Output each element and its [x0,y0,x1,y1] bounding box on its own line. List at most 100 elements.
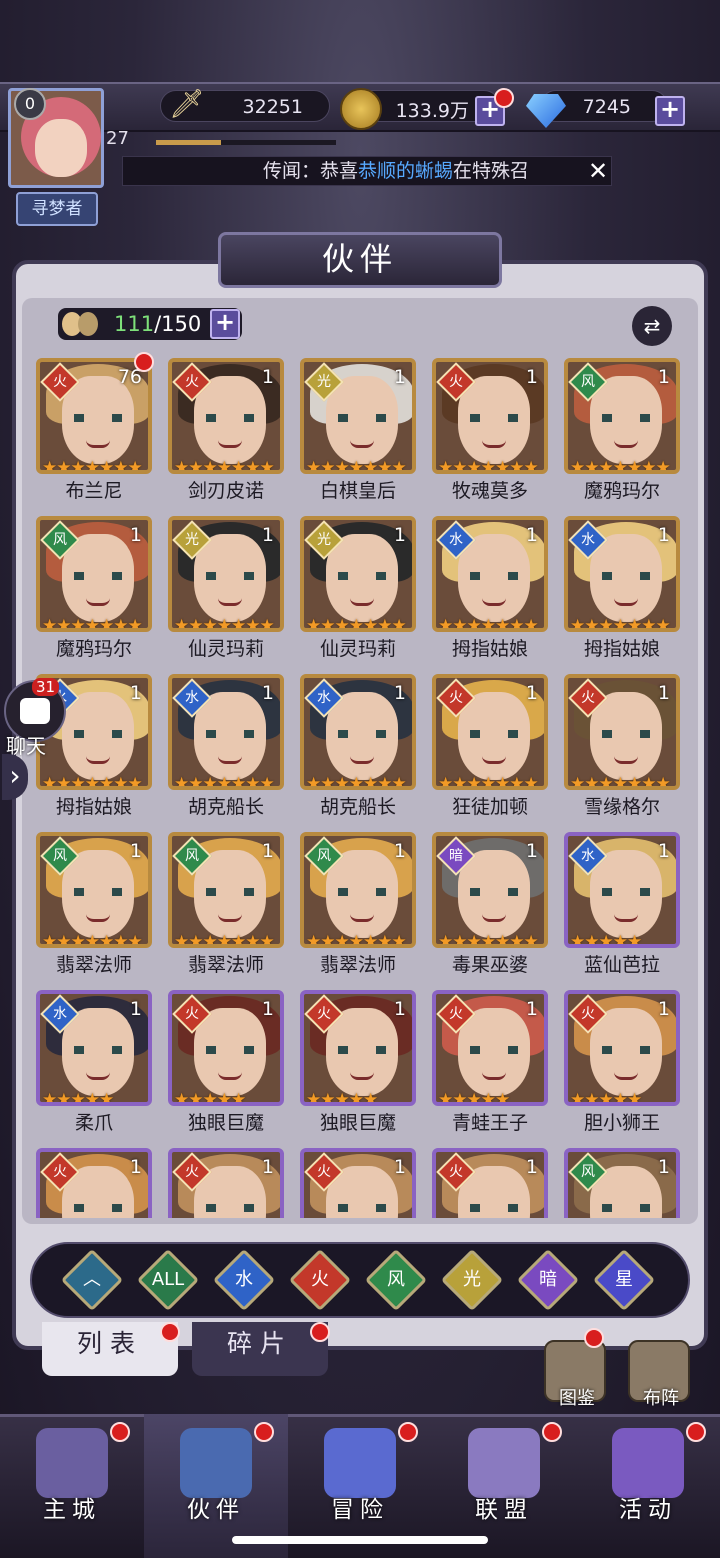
partner-card[interactable]: 火 1 ★★★★★★★ 剑刃皮诺 [168,358,284,506]
partner-name: 剑刃皮诺 [187,480,264,502]
star-rating: ★★★★★★★ [570,458,671,474]
partner-level: 1 [525,998,538,1020]
partner-card[interactable]: 光 1 ★★★★★★★ 白棋皇后 [300,358,416,506]
partner-portrait: 火 1 ★★★★★ [300,990,416,1106]
partner-card[interactable]: 暗 1 ★★★★★★★ 毒果巫婆 [432,832,548,980]
partner-card[interactable]: 风 1 ★★★★★★★ 翡翠法师 [168,832,284,980]
partner-portrait: 火1 [36,1148,152,1218]
partner-card[interactable]: 风1 [564,1148,680,1218]
star-rating: ★★★★★★★ [42,458,143,474]
tab-fragments-dot [310,1322,330,1342]
partner-name: 胆小狮王 [583,1112,660,1134]
portrait-eyes [206,888,254,896]
partner-card[interactable]: 火1 [36,1148,152,1218]
codex-dot [584,1328,604,1348]
partner-card[interactable]: 火 1 ★★★★★ 独眼巨魔 [300,990,416,1138]
add-gems-button[interactable]: + [655,96,685,126]
partner-name: 青蛙王子 [451,1112,528,1134]
compass-icon [324,1428,396,1498]
partner-card[interactable]: 风 1 ★★★★★★★ 翡翠法师 [36,832,152,980]
partner-level: 1 [129,524,142,546]
partner-card[interactable]: 火1 [300,1148,416,1218]
partner-count-current: 111 [114,312,155,336]
star-rating: ★★★★★ [570,1090,642,1106]
partner-level: 1 [393,998,406,1020]
partner-card[interactable]: 光 1 ★★★★★★★ 仙灵玛莉 [300,516,416,664]
partner-card[interactable]: 火 76 ★★★★★★★ 布兰尼 [36,358,152,506]
partner-portrait: 火1 [168,1148,284,1218]
sort-toggle-button[interactable]: ⇄ [632,306,672,346]
partner-level: 1 [657,524,670,546]
home-indicator [232,1536,488,1544]
partner-card[interactable]: 水 1 ★★★★★ 蓝仙芭拉 [564,832,680,980]
close-news-icon[interactable]: ✕ [586,158,610,184]
element-glyph: 火 [581,690,595,706]
portrait-eyes [74,888,122,896]
partner-card[interactable]: 火 1 ★★★★★★★ 牧魂莫多 [432,358,548,506]
partner-card[interactable]: 火1 [432,1148,548,1218]
element-glyph: 水 [185,690,199,706]
portrait-eyes [74,1046,122,1054]
partner-card[interactable]: 光 1 ★★★★★★★ 仙灵玛莉 [168,516,284,664]
partner-level: 1 [261,682,274,704]
portrait-eyes [470,572,518,580]
codex-label: 图鉴 [559,1388,595,1409]
partner-name: 白棋皇后 [319,480,396,502]
partner-name: 拇指姑娘 [451,638,528,660]
partner-portrait: 火 1 ★★★★★★★ [432,358,548,474]
partner-card[interactable]: 火 1 ★★★★★ 胆小狮王 [564,990,680,1138]
partner-portrait: 风 1 ★★★★★★★ [300,832,416,948]
partner-count-total: /150 [154,312,202,336]
filter-label: 火 [311,1269,329,1290]
partner-card[interactable]: 火 1 ★★★★★ 独眼巨魔 [168,990,284,1138]
partner-level: 1 [261,1156,274,1178]
tab-list-dot [160,1322,180,1342]
partner-card[interactable]: 火1 [168,1148,284,1218]
star-rating: ★★★★★★★ [306,616,407,632]
partner-name: 仙灵玛莉 [187,638,264,660]
tab-list[interactable]: 列表 [42,1322,178,1376]
nav-cards[interactable]: 活动 [576,1414,720,1558]
codex-button[interactable]: 图鉴 [544,1340,606,1409]
portrait-eyes [602,1204,650,1212]
formation-button[interactable]: 布阵 [628,1340,690,1409]
partner-card[interactable]: 水 1 ★★★★★★★ 胡克船长 [168,674,284,822]
partner-card[interactable]: 火 1 ★★★★★★★ 雪缘格尔 [564,674,680,822]
star-rating: ★★★★★ [306,1090,378,1106]
partner-card[interactable]: 火 1 ★★★★★ 青蛙王子 [432,990,548,1138]
element-glyph: 光 [317,374,331,390]
cards-icon [612,1428,684,1498]
portrait-eyes [206,730,254,738]
element-glyph: 风 [53,532,67,548]
portrait-eyes [74,414,122,422]
portrait-eyes [602,730,650,738]
portrait-eyes [602,414,650,422]
partner-card[interactable]: 水 1 ★★★★★★★ 拇指姑娘 [432,516,548,664]
partner-card[interactable]: 火 1 ★★★★★★★ 狂徒加顿 [432,674,548,822]
expand-capacity-button[interactable]: + [210,309,240,339]
element-glyph: 火 [185,374,199,390]
partner-level: 1 [657,1156,670,1178]
partner-card[interactable]: 风 1 ★★★★★★★ 魔鸦玛尔 [564,358,680,506]
xp-bar [156,140,336,145]
partner-level: 1 [657,366,670,388]
partner-card[interactable]: 水 1 ★★★★★ 柔爪 [36,990,152,1138]
partner-portrait: 水 1 ★★★★★★★ [168,674,284,790]
partner-card[interactable]: 风 1 ★★★★★★★ 翡翠法师 [300,832,416,980]
portrait-eyes [470,414,518,422]
portrait-eyes [338,572,386,580]
star-rating: ★★★★★★★ [438,774,539,790]
partner-card[interactable]: 水 1 ★★★★★★★ 胡克船长 [300,674,416,822]
partner-card[interactable]: 风 1 ★★★★★★★ 魔鸦玛尔 [36,516,152,664]
portrait-eyes [338,730,386,738]
shield-icon [468,1428,540,1498]
partner-level: 1 [261,366,274,388]
partner-level: 1 [129,840,142,862]
element-glyph: 火 [449,1164,463,1180]
portrait-eyes [602,888,650,896]
tab-fragments[interactable]: 碎片 [192,1322,328,1376]
partner-card[interactable]: 水 1 ★★★★★★★ 拇指姑娘 [564,516,680,664]
portrait-eyes [74,1204,122,1212]
player-title-badge[interactable]: 寻梦者 [16,192,98,226]
nav-castle[interactable]: 主城 [0,1414,144,1558]
